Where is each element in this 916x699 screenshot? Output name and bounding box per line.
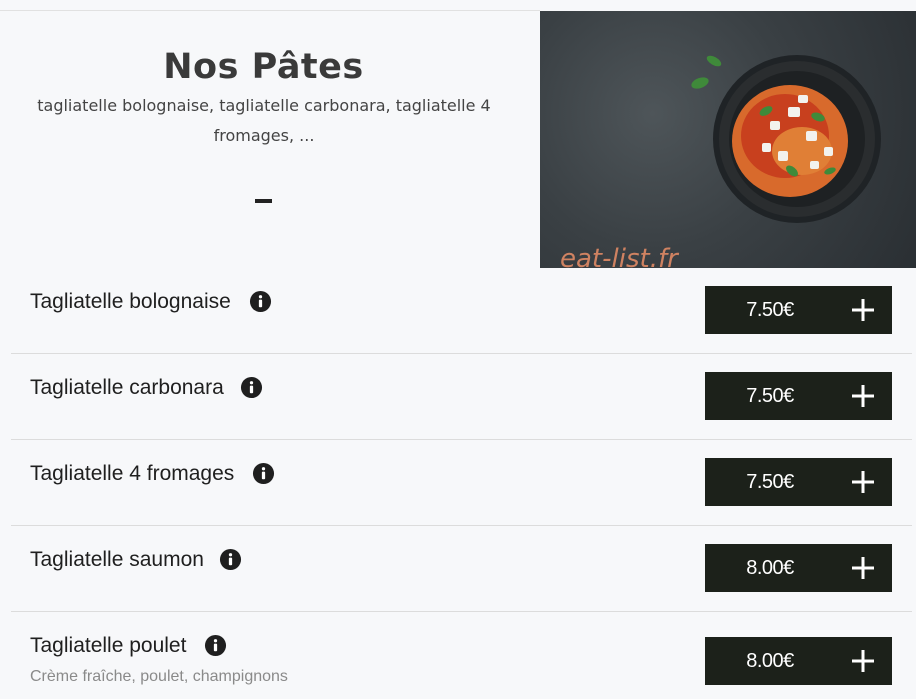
plus-icon bbox=[852, 471, 874, 493]
info-icon[interactable] bbox=[219, 548, 242, 571]
section-title: Nos Pâtes bbox=[163, 47, 364, 87]
add-to-cart-button[interactable]: 7.50€ bbox=[705, 458, 892, 506]
item-price: 8.00€ bbox=[746, 649, 794, 672]
pasta-photo bbox=[540, 11, 916, 268]
plus-icon bbox=[852, 385, 874, 407]
menu-item: Tagliatelle poulet Crème fraîche, poulet… bbox=[11, 612, 912, 699]
item-name: Tagliatelle poulet bbox=[30, 634, 187, 657]
plus-icon bbox=[852, 650, 874, 672]
add-to-cart-button[interactable]: 8.00€ bbox=[705, 637, 892, 685]
add-to-cart-button[interactable]: 7.50€ bbox=[705, 372, 892, 420]
add-to-cart-button[interactable]: 8.00€ bbox=[705, 544, 892, 592]
item-price: 8.00€ bbox=[746, 556, 794, 579]
section-dash bbox=[255, 199, 272, 203]
info-icon[interactable] bbox=[240, 376, 263, 399]
item-name: Tagliatelle carbonara bbox=[30, 376, 224, 399]
item-price: 7.50€ bbox=[746, 298, 794, 321]
item-description: Crème fraîche, poulet, champignons bbox=[30, 668, 288, 685]
menu-item: Tagliatelle 4 fromages 7.50€ bbox=[11, 440, 912, 526]
section-subtitle: tagliatelle bolognaise, tagliatelle carb… bbox=[37, 96, 491, 145]
plus-icon bbox=[852, 557, 874, 579]
section-header: Nos Pâtes tagliatelle bolognaise, taglia… bbox=[0, 11, 540, 268]
add-to-cart-button[interactable]: 7.50€ bbox=[705, 286, 892, 334]
item-name: Tagliatelle bolognaise bbox=[30, 290, 231, 313]
menu-item: Tagliatelle carbonara 7.50€ bbox=[11, 354, 912, 440]
info-icon[interactable] bbox=[252, 462, 275, 485]
info-icon[interactable] bbox=[204, 634, 227, 657]
item-name: Tagliatelle saumon bbox=[30, 548, 204, 571]
menu-item: Tagliatelle bolognaise 7.50€ bbox=[11, 268, 912, 354]
pasta-dish-illustration bbox=[691, 55, 881, 223]
plus-icon bbox=[852, 299, 874, 321]
item-price: 7.50€ bbox=[746, 384, 794, 407]
item-name: Tagliatelle 4 fromages bbox=[30, 462, 235, 485]
info-icon[interactable] bbox=[249, 290, 272, 313]
menu-item: Tagliatelle saumon 8.00€ bbox=[11, 526, 912, 612]
item-price: 7.50€ bbox=[746, 470, 794, 493]
